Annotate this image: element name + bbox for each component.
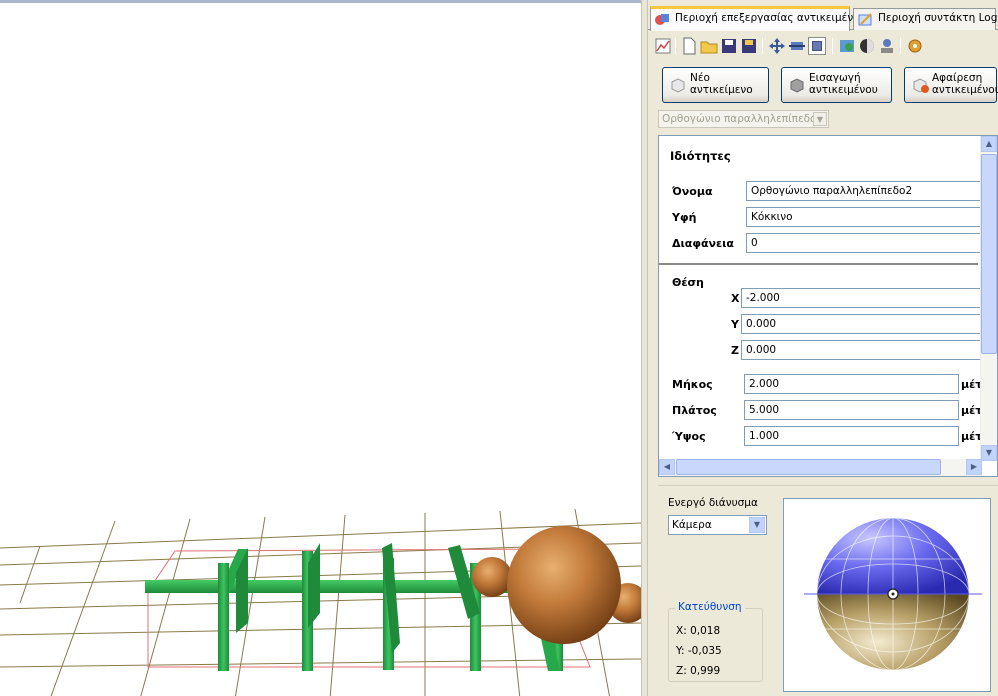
section-divider (659, 263, 978, 265)
cube-gray-icon (790, 78, 804, 93)
scroll-thumb[interactable] (981, 154, 997, 354)
remove-object-label: Αφαίρεση αντικειμένου (932, 72, 998, 96)
scroll-up-icon[interactable]: ▲ (981, 136, 997, 152)
tab-logo-editor[interactable]: Περιοχή συντάκτη Logo (853, 8, 998, 30)
toolbar-separator (900, 38, 901, 54)
chevron-down-icon: ▼ (813, 112, 827, 126)
shapes-icon (655, 14, 669, 25)
scale-icon[interactable] (788, 37, 806, 55)
app-window: Περιοχή επεξεργασίας αντικειμένων Περιοχ… (0, 0, 998, 696)
direction-sphere-widget[interactable] (783, 498, 991, 692)
name-label: Όνομα (672, 185, 713, 198)
scroll-left-icon[interactable]: ◀ (659, 459, 675, 475)
direction-x: X: 0,018 (676, 625, 721, 637)
direction-sphere (804, 518, 982, 670)
properties-panel: Ιδιότητες Όνομα Ορθογώνιο παραλληλεπίπεδ… (658, 135, 998, 477)
scene-svg (0, 508, 641, 696)
import-object-label: Εισαγωγή αντικειμένου (809, 72, 878, 96)
new-object-label: Νέο αντικείμενο (690, 72, 753, 96)
transparency-field[interactable]: 0 (746, 233, 981, 253)
texture-icon[interactable] (838, 37, 856, 55)
texture-label: Υφή (672, 211, 697, 224)
height-label: Ύψος (672, 430, 706, 443)
transparency-label: Διαφάνεια (672, 237, 734, 250)
position-label: Θέση (672, 276, 704, 289)
y-label: Y (731, 318, 739, 331)
y-field[interactable]: 0.000 (741, 314, 981, 334)
cube-outline-icon (671, 78, 685, 93)
view-icon[interactable] (808, 37, 826, 55)
chart-icon[interactable] (654, 37, 672, 55)
name-field[interactable]: Ορθογώνιο παραλληλεπίπεδο2 (746, 181, 981, 201)
active-vector-label: Ενεργό διάνυσμα (668, 497, 758, 509)
object-type-select[interactable]: Ορθογώνιο παραλληλεπίπεδο ▼ (658, 110, 829, 128)
tab-object-editor[interactable]: Περιοχή επεξεργασίας αντικειμένων (650, 6, 868, 31)
right-panel: Περιοχή επεξεργασίας αντικειμένων Περιοχ… (648, 0, 998, 696)
remove-object-button[interactable]: Αφαίρεση αντικειμένου (904, 67, 998, 103)
save-all-icon[interactable] (740, 37, 758, 55)
vertical-scrollbar[interactable]: ▲ ▼ (980, 136, 997, 461)
length-label: Μήκος (672, 378, 713, 391)
direction-title: Κατεύθυνση (675, 601, 745, 613)
pencil-icon (858, 13, 872, 26)
properties-title: Ιδιότητες (670, 149, 731, 163)
import-object-button[interactable]: Εισαγωγή αντικειμένου (781, 67, 892, 103)
save-icon[interactable] (720, 37, 738, 55)
sphere-icon[interactable] (858, 37, 876, 55)
scroll-thumb[interactable] (676, 459, 941, 475)
z-field[interactable]: 0.000 (741, 340, 981, 360)
direction-group: Κατεύθυνση X: 0,018 Y: -0,035 Z: 0,999 (668, 601, 763, 682)
toolbar-separator (675, 38, 676, 54)
height-field[interactable]: 1.000 (744, 426, 959, 446)
3d-viewport[interactable] (0, 0, 641, 696)
move-icon[interactable] (768, 37, 786, 55)
x-field[interactable]: -2.000 (741, 288, 981, 308)
scroll-down-icon[interactable]: ▼ (981, 445, 997, 461)
user-icon[interactable] (878, 37, 896, 55)
new-object-button[interactable]: Νέο αντικείμενο (662, 67, 769, 103)
toolbar (652, 35, 996, 59)
horizontal-scrollbar[interactable]: ◀ ▶ (659, 459, 982, 476)
open-folder-icon[interactable] (700, 37, 718, 55)
x-label: X (731, 292, 740, 305)
tab-strip: Περιοχή επεξεργασίας αντικειμένων Περιοχ… (648, 6, 998, 31)
direction-z: Z: 0,999 (676, 665, 721, 677)
scroll-right-icon[interactable]: ▶ (966, 459, 982, 475)
tab-label: Περιοχή συντάκτη Logo (878, 12, 998, 24)
vector-section: Ενεργό διάνυσμα Κάμερα ▼ Κατεύθυνση X: 0… (658, 485, 998, 692)
toolbar-separator (762, 38, 763, 54)
settings-icon[interactable] (906, 37, 924, 55)
object-type-value: Ορθογώνιο παραλληλεπίπεδο (662, 113, 817, 125)
active-vector-value: Κάμερα (672, 519, 712, 531)
toolbar-separator (832, 38, 833, 54)
active-vector-select[interactable]: Κάμερα ▼ (668, 515, 767, 535)
length-field[interactable]: 2.000 (744, 374, 959, 394)
chevron-down-icon: ▼ (749, 517, 765, 533)
panel-splitter[interactable] (641, 0, 648, 696)
z-label: Z (731, 344, 739, 357)
width-label: Πλάτος (672, 404, 717, 417)
cube-remove-icon (913, 78, 929, 93)
direction-y: Y: -0,035 (676, 645, 722, 657)
tab-label: Περιοχή επεξεργασίας αντικειμένων (675, 12, 868, 24)
new-file-icon[interactable] (680, 37, 698, 55)
width-field[interactable]: 5.000 (744, 400, 959, 420)
texture-field[interactable]: Κόκκινο (746, 207, 981, 227)
